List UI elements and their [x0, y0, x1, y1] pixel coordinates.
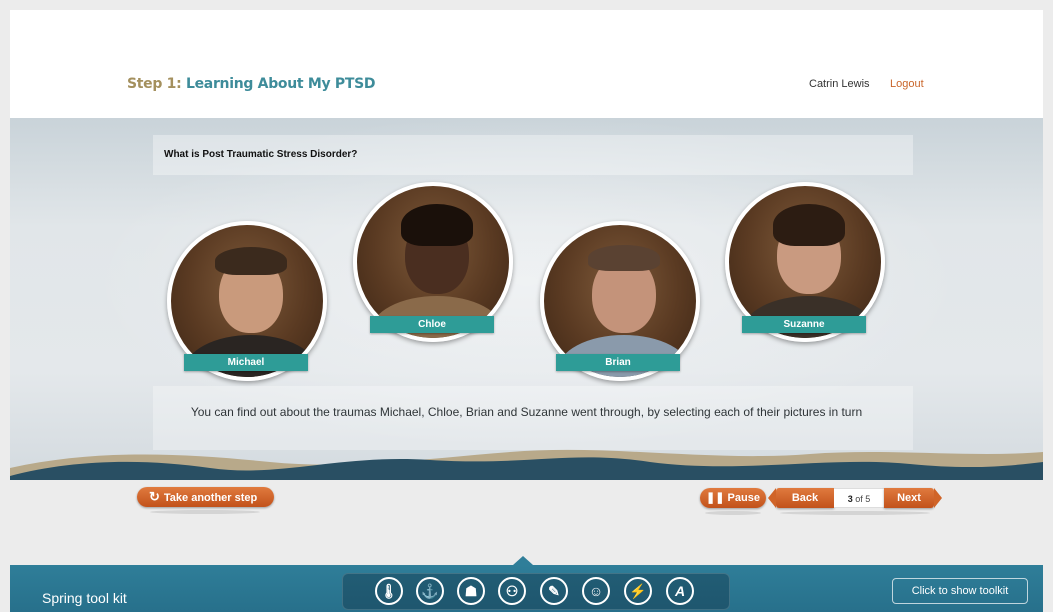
show-toolkit-button[interactable]: Click to show toolkit: [892, 578, 1028, 604]
pause-label: Pause: [727, 492, 760, 504]
name-tag-chloe[interactable]: Chloe: [370, 316, 494, 333]
notepad-icon[interactable]: ✎: [540, 577, 568, 605]
thermometer-icon[interactable]: 🌡: [375, 577, 403, 605]
redo-icon: ↻: [149, 489, 160, 504]
logout-link[interactable]: Logout: [890, 78, 924, 90]
step-number: Step 1:: [127, 76, 182, 92]
toolkit-title: Spring tool kit: [42, 590, 127, 606]
font-a-icon[interactable]: A: [666, 577, 694, 605]
pause-button[interactable]: ❚❚ Pause: [700, 488, 766, 508]
name-tag-michael[interactable]: Michael: [184, 354, 308, 371]
step-title: Learning About My PTSD: [185, 76, 376, 92]
page-total: of 5: [855, 494, 871, 504]
people-icon[interactable]: ⚇: [498, 577, 526, 605]
header: [10, 10, 1043, 118]
name-tag-brian[interactable]: Brian: [556, 354, 680, 371]
meditation-icon[interactable]: ☗: [457, 577, 485, 605]
take-another-step-button[interactable]: ↻ Take another step: [137, 487, 274, 507]
anchor-icon[interactable]: ⚓: [416, 577, 444, 605]
instruction-caption: You can find out about the traumas Micha…: [190, 405, 863, 419]
question-heading: What is Post Traumatic Stress Disorder?: [164, 149, 358, 160]
page: Step 1: Learning About My PTSD Catrin Le…: [0, 0, 1053, 612]
name-tag-suzanne[interactable]: Suzanne: [742, 316, 866, 333]
user-name: Catrin Lewis: [809, 78, 870, 90]
page-title: Step 1: Learning About My PTSD: [127, 76, 376, 92]
head-icon[interactable]: ☺: [582, 577, 610, 605]
take-another-step-label: Take another step: [163, 492, 258, 504]
activity-icon[interactable]: ⚡: [624, 577, 652, 605]
back-button[interactable]: Back: [768, 488, 834, 508]
toolkit-notch: [513, 556, 533, 565]
page-counter: 3 of 5: [834, 488, 884, 508]
hills-decoration: [10, 449, 1043, 480]
pause-icon: ❚❚: [706, 492, 725, 504]
page-current: 3: [847, 494, 853, 504]
next-button[interactable]: Next: [884, 488, 942, 508]
content-stage: What is Post Traumatic Stress Disorder? …: [10, 118, 1043, 480]
